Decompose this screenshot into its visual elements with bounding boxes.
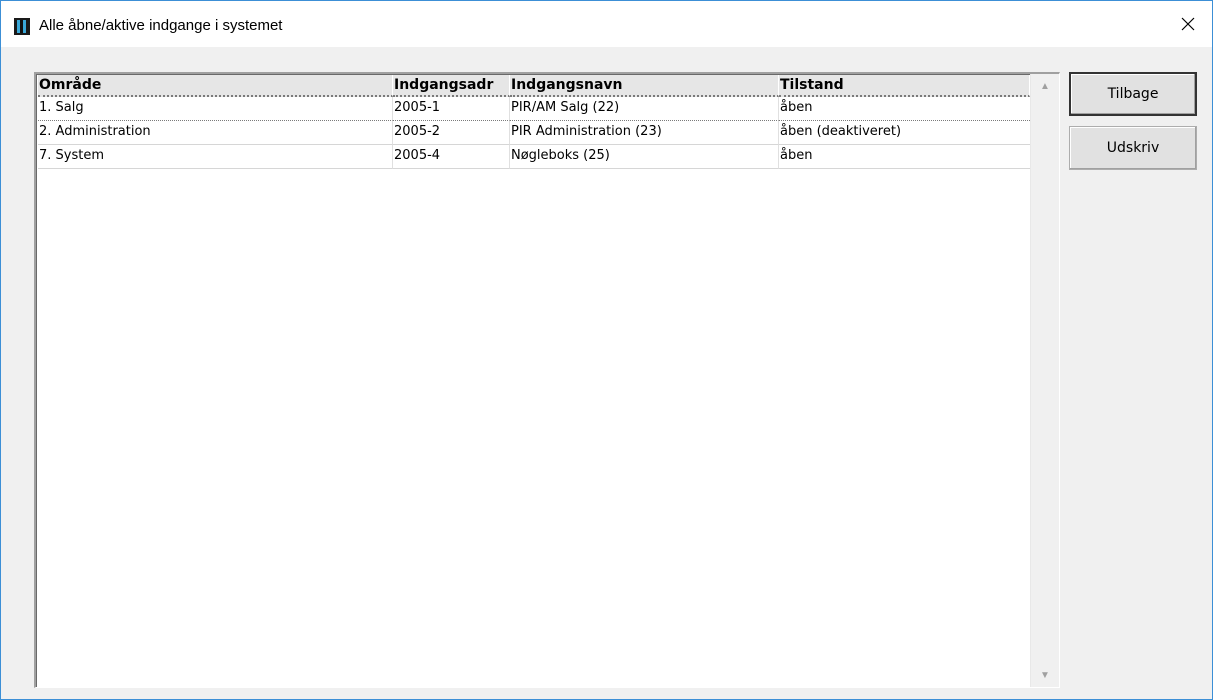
table-row[interactable]: 7. System 2005-4 Nøgleboks (25) åben — [38, 145, 1030, 169]
cell-state: åben — [779, 97, 1030, 121]
cell-state: åben — [779, 145, 1030, 169]
column-header-state[interactable]: Tilstand — [779, 75, 1030, 97]
arrow-up-icon: ▲ — [1040, 80, 1050, 92]
close-icon — [1181, 17, 1195, 31]
entrances-list[interactable]: Område Indgangsadr Indgangsnavn Tilstand… — [34, 72, 1060, 688]
cell-name: PIR/AM Salg (22) — [510, 97, 779, 121]
scroll-up-button[interactable]: ▲ — [1031, 76, 1059, 96]
table-header: Område Indgangsadr Indgangsnavn Tilstand — [38, 75, 1030, 97]
dialog-content: Område Indgangsadr Indgangsnavn Tilstand… — [1, 47, 1212, 699]
cell-area: 1. Salg — [38, 97, 393, 121]
cell-area: 2. Administration — [38, 121, 393, 145]
entrances-table: Område Indgangsadr Indgangsnavn Tilstand… — [38, 75, 1030, 169]
vertical-scrollbar[interactable]: ▲ ▼ — [1030, 74, 1059, 687]
print-button[interactable]: Udskriv — [1069, 126, 1197, 170]
dialog-window: Alle åbne/aktive indgange i systemet Omr… — [0, 0, 1213, 700]
cell-address: 2005-1 — [393, 97, 510, 121]
cell-state: åben (deaktiveret) — [779, 121, 1030, 145]
window-title: Alle åbne/aktive indgange i systemet — [39, 17, 283, 34]
cell-name: PIR Administration (23) — [510, 121, 779, 145]
arrow-down-icon: ▼ — [1040, 669, 1050, 681]
app-icon — [14, 18, 30, 35]
column-header-address[interactable]: Indgangsadr — [393, 75, 510, 97]
back-button[interactable]: Tilbage — [1069, 72, 1197, 116]
cell-address: 2005-2 — [393, 121, 510, 145]
table-row[interactable]: 2. Administration 2005-2 PIR Administrat… — [38, 121, 1030, 145]
cell-area: 7. System — [38, 145, 393, 169]
table-row[interactable]: 1. Salg 2005-1 PIR/AM Salg (22) åben — [38, 97, 1030, 121]
column-header-area[interactable]: Område — [38, 75, 393, 97]
title-bar[interactable]: Alle åbne/aktive indgange i systemet — [1, 1, 1212, 47]
column-header-name[interactable]: Indgangsnavn — [510, 75, 779, 97]
scroll-down-button[interactable]: ▼ — [1031, 665, 1059, 685]
cell-address: 2005-4 — [393, 145, 510, 169]
close-button[interactable] — [1164, 1, 1212, 47]
cell-name: Nøgleboks (25) — [510, 145, 779, 169]
